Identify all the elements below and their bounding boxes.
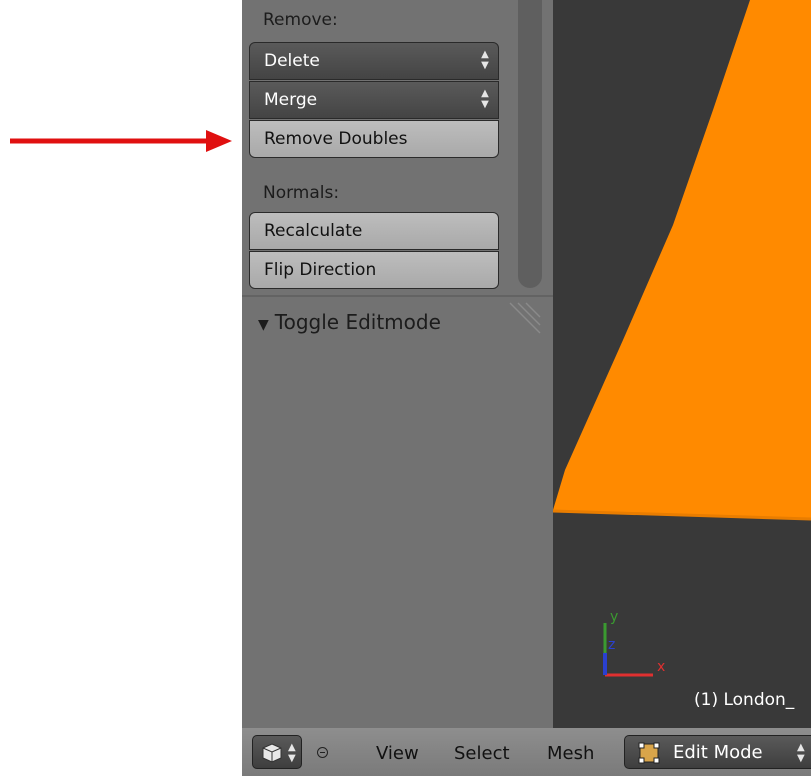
remove-doubles-button-label: Remove Doubles <box>264 129 408 149</box>
merge-button-label: Merge <box>264 90 318 110</box>
updown-arrows-icon: ▲ ▼ <box>288 742 296 764</box>
3d-viewport[interactable] <box>553 0 811 728</box>
remove-doubles-button[interactable]: Remove Doubles <box>249 120 499 158</box>
flip-direction-button[interactable]: Flip Direction <box>249 251 499 289</box>
annotation-arrow <box>10 130 232 152</box>
menu-mesh[interactable]: Mesh <box>547 743 594 764</box>
normals-section-label: Normals: <box>263 183 340 203</box>
recalculate-button-label: Recalculate <box>264 221 363 241</box>
menu-view[interactable]: View <box>376 743 419 764</box>
cube-icon <box>262 743 282 763</box>
x-axis-label: x <box>657 659 665 675</box>
recalculate-button[interactable]: Recalculate <box>249 212 499 250</box>
z-axis-label: z <box>608 637 615 653</box>
toggle-editmode-label: Toggle Editmode <box>274 310 441 334</box>
updown-arrows-icon: ▲ ▼ <box>481 88 489 110</box>
y-axis-label: y <box>610 609 618 625</box>
panel-scrollbar[interactable] <box>518 0 542 288</box>
tool-shelf-panel: Remove: Delete ▲ ▼ Merge ▲ ▼ Remove Double… <box>242 0 553 728</box>
updown-arrows-icon: ▲ ▼ <box>481 49 489 71</box>
viewport-header: ▲ ▼ View Select Mesh Edit Mode ▲ ▼ <box>242 728 811 776</box>
triangle-down-icon: ▼ <box>258 317 269 333</box>
delete-button[interactable]: Delete ▲ ▼ <box>249 42 499 80</box>
mode-selector[interactable]: Edit Mode ▲ ▼ <box>624 735 811 769</box>
collapse-menus-icon[interactable] <box>317 747 328 758</box>
remove-section-label: Remove: <box>263 10 338 30</box>
flip-direction-button-label: Flip Direction <box>264 260 377 280</box>
toggle-editmode-panel-header[interactable]: ▼ Toggle Editmode <box>258 310 441 334</box>
delete-button-label: Delete <box>264 51 320 71</box>
updown-arrows-icon: ▲ ▼ <box>797 742 805 764</box>
edit-mode-icon <box>638 742 660 764</box>
editor-type-selector[interactable]: ▲ ▼ <box>252 735 302 769</box>
mode-label: Edit Mode <box>673 742 763 763</box>
axis-gizmo: x y z <box>603 609 665 677</box>
selected-mesh-face <box>553 0 811 521</box>
panel-drag-grip-icon[interactable] <box>508 301 542 335</box>
panel-divider <box>242 295 553 297</box>
merge-button[interactable]: Merge ▲ ▼ <box>249 81 499 119</box>
active-object-label: (1) London_ <box>694 690 795 710</box>
menu-select[interactable]: Select <box>454 743 510 764</box>
